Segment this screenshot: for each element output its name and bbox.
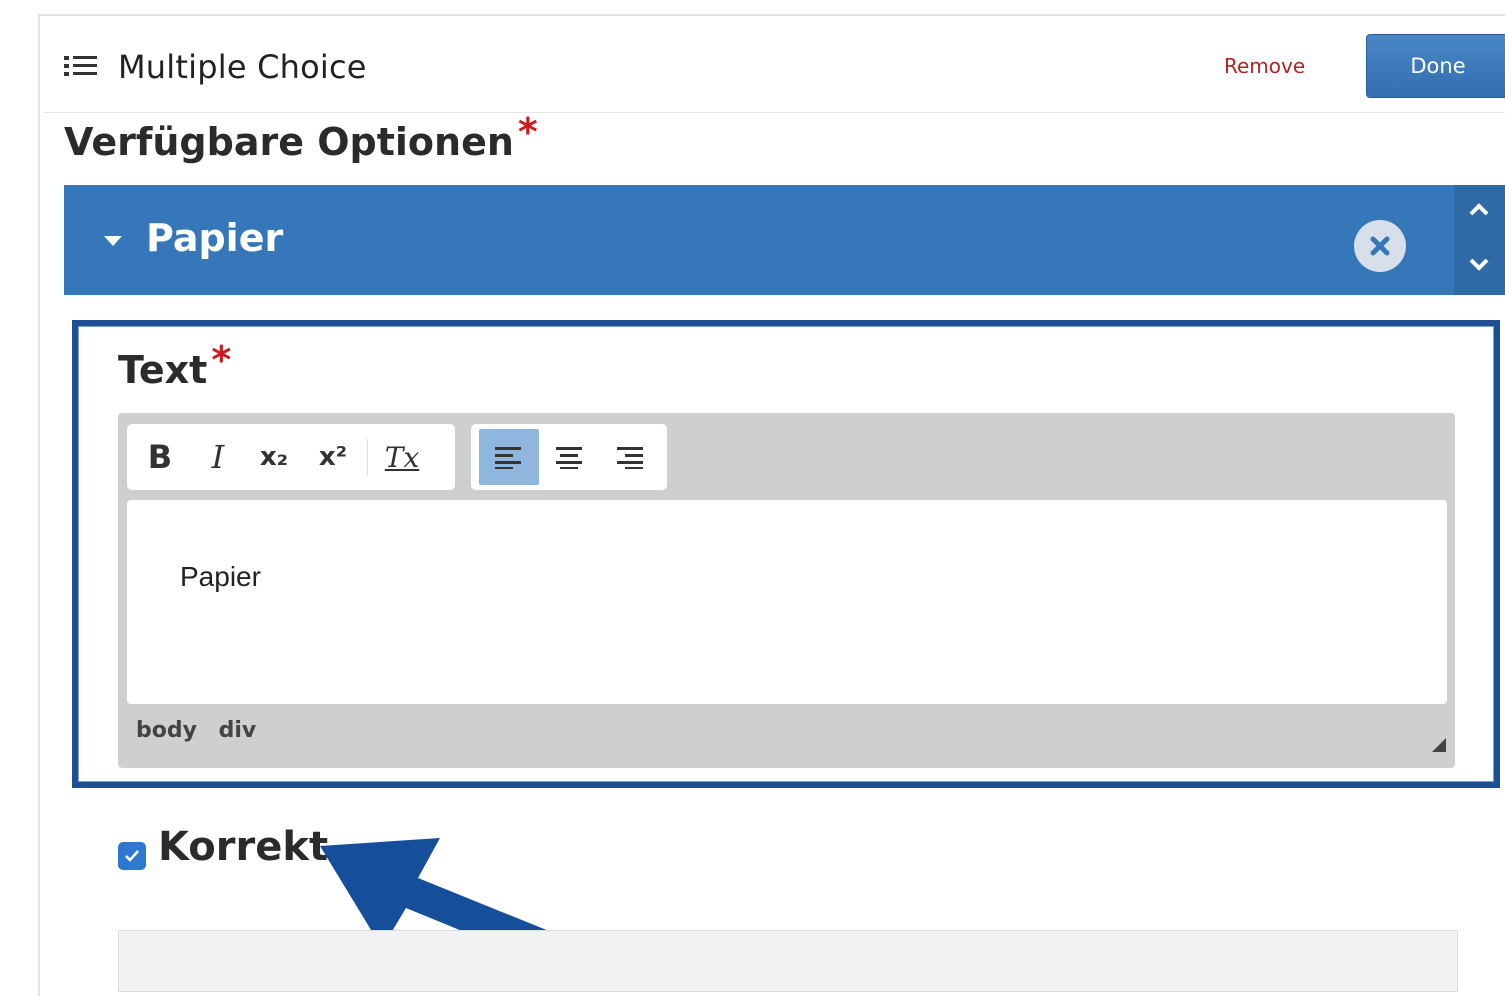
superscript-button[interactable]: x² <box>305 429 361 485</box>
question-type-title: Multiple Choice <box>118 48 367 86</box>
option-title[interactable]: Papier <box>146 216 283 260</box>
required-marker: * <box>517 110 538 154</box>
required-marker: * <box>211 338 232 382</box>
checkmark-icon <box>125 850 139 862</box>
align-right-button[interactable] <box>599 429 659 485</box>
done-button[interactable]: Done <box>1366 34 1505 98</box>
bold-button[interactable]: B <box>127 429 193 485</box>
align-toolbar-group <box>471 424 667 490</box>
next-field-box <box>118 930 1458 992</box>
close-circle-icon[interactable] <box>1354 220 1406 272</box>
clear-format-button[interactable]: Tx <box>374 429 430 485</box>
align-left-icon <box>495 447 521 469</box>
text-label-text: Text <box>118 348 208 392</box>
list-icon <box>64 56 97 76</box>
format-toolbar-group: B I x₂ x² Tx <box>127 424 455 490</box>
align-center-button[interactable] <box>539 429 599 485</box>
editor-content-area[interactable] <box>127 500 1447 704</box>
close-x-glyph <box>1370 236 1390 256</box>
section-title-text: Verfügbare Optionen <box>64 120 514 164</box>
align-left-button[interactable] <box>479 429 539 485</box>
align-right-icon <box>617 447 643 469</box>
toolbar-divider <box>367 439 368 475</box>
resize-grip-icon[interactable] <box>1432 738 1446 752</box>
element-path: body div <box>136 718 257 743</box>
align-center-icon <box>556 447 582 469</box>
chevron-up-icon[interactable] <box>1468 203 1490 217</box>
text-field-label: Text * <box>118 338 231 392</box>
section-title: Verfügbare Optionen * <box>64 110 538 164</box>
remove-link[interactable]: Remove <box>1224 54 1305 78</box>
caret-down-icon[interactable] <box>104 236 122 246</box>
chevron-down-icon[interactable] <box>1468 257 1490 271</box>
italic-button[interactable]: I <box>193 429 243 485</box>
reorder-handle[interactable] <box>1454 185 1505 295</box>
subscript-button[interactable]: x₂ <box>243 429 305 485</box>
correct-checkbox[interactable] <box>118 842 146 870</box>
editor-content-text[interactable]: Papier <box>180 561 261 593</box>
